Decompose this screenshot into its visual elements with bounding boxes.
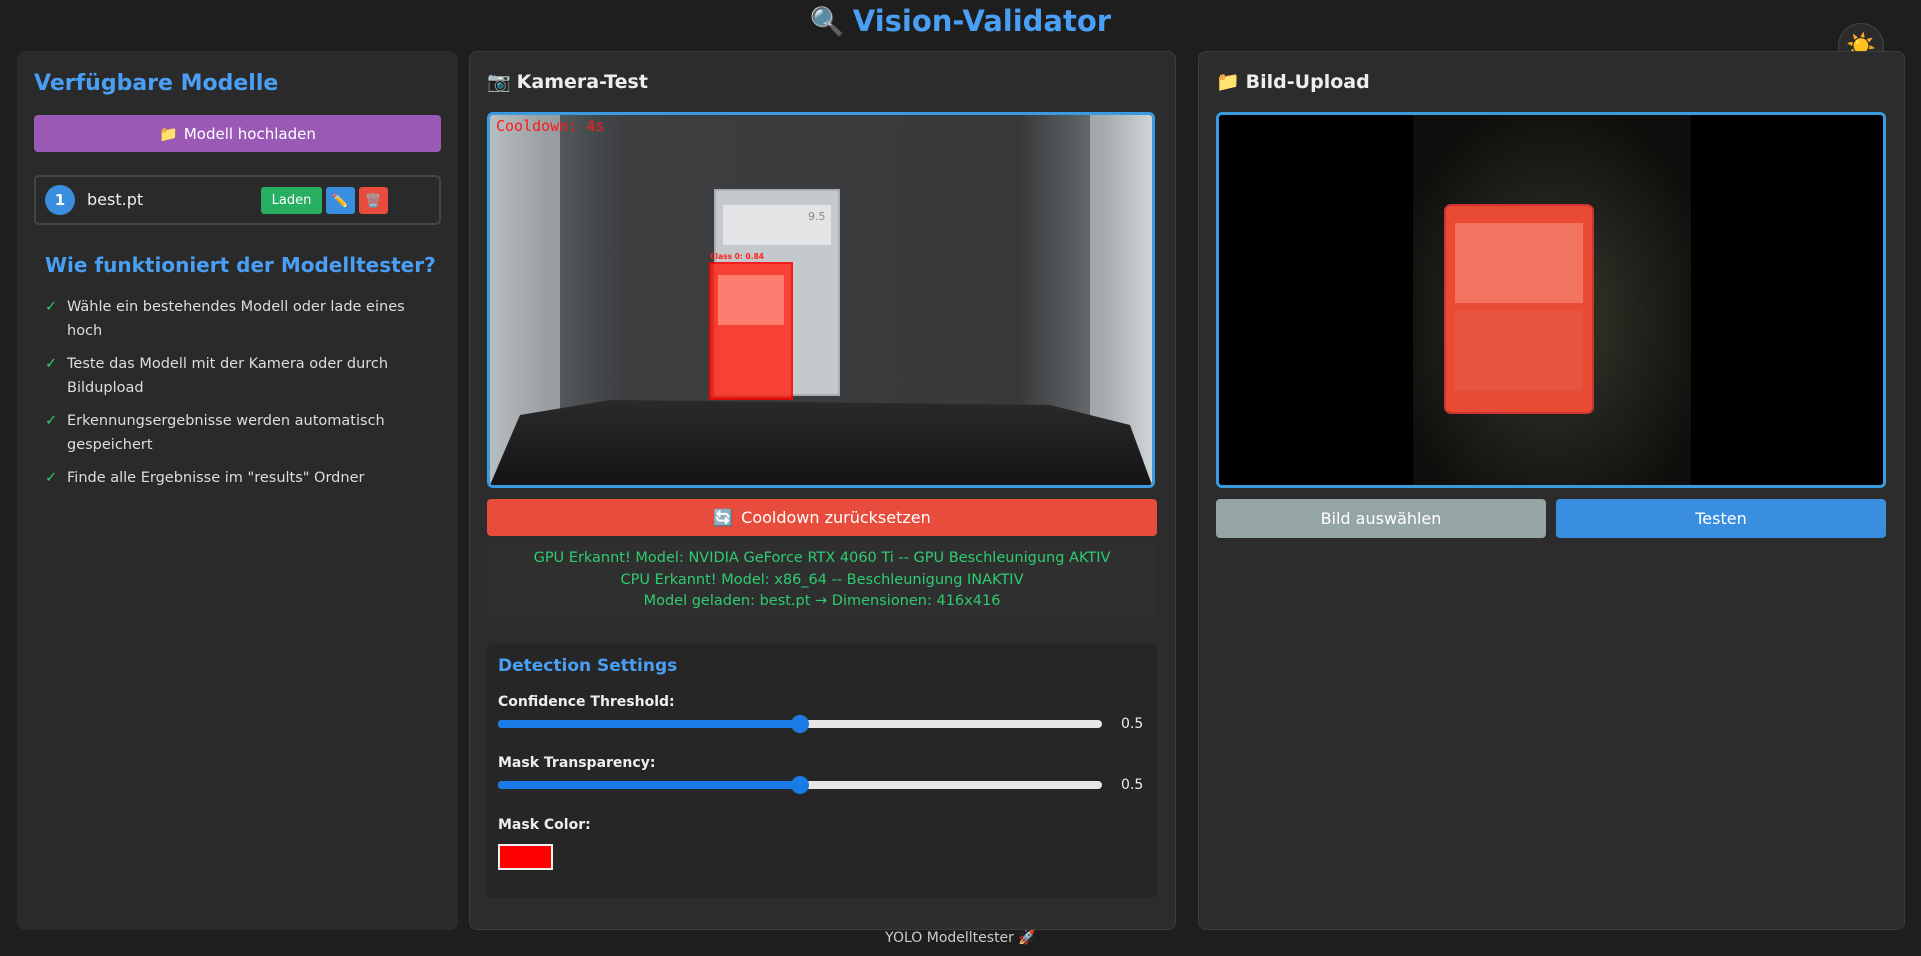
- svg-text:9.5: 9.5: [808, 210, 826, 223]
- camera-title-text: Kamera-Test: [516, 70, 648, 93]
- list-item-text: Erkennungsergebnisse werden automatisch …: [67, 413, 385, 453]
- folder-icon: 📁: [1216, 71, 1240, 93]
- pencil-icon: ✏️: [332, 192, 349, 208]
- reset-cooldown-button[interactable]: 🔄 Cooldown zurücksetzen: [487, 499, 1157, 536]
- uploaded-image: [1219, 115, 1883, 485]
- sidebar-title: Verfügbare Modelle: [34, 71, 279, 96]
- footer: YOLO Modelltester 🚀: [885, 930, 1036, 946]
- how-it-works-title: Wie funktioniert der Modelltester?: [45, 253, 436, 277]
- list-item-text: Wähle ein bestehendes Modell oder lade e…: [67, 299, 405, 339]
- trash-icon: 🗑️: [365, 192, 382, 208]
- cpu-status: CPU Erkannt! Model: x86_64 -- Beschleuni…: [620, 571, 1024, 588]
- list-item: ✓ Erkennungsergebnisse werden automatisch…: [45, 409, 435, 457]
- list-item: ✓ Teste das Modell mit der Kamera oder du…: [45, 352, 435, 400]
- how-it-works-list: ✓ Wähle ein bestehendes Modell oder lade …: [45, 295, 435, 499]
- model-number-badge: 1: [45, 185, 75, 215]
- camera-feed: 9.5 Class 0: 0.84 Cooldown: 4s: [487, 112, 1155, 488]
- list-item-text: Teste das Modell mit der Kamera oder dur…: [67, 356, 389, 396]
- edit-model-button[interactable]: ✏️: [326, 187, 355, 214]
- upload-model-button[interactable]: 📁 Modell hochladen: [34, 115, 441, 152]
- check-icon: ✓: [45, 470, 58, 486]
- slider-fill: [498, 720, 800, 728]
- slider-thumb[interactable]: [791, 715, 809, 733]
- check-icon: ✓: [45, 356, 58, 372]
- confidence-label: Confidence Threshold:: [498, 694, 675, 710]
- mask-color-label: Mask Color:: [498, 817, 591, 833]
- confidence-value: 0.5: [1121, 716, 1144, 732]
- confidence-slider[interactable]: [498, 715, 1102, 733]
- camera-scene-image: 9.5 Class 0: 0.84: [490, 115, 1152, 485]
- camera-section-title: 📷 Kamera-Test: [487, 70, 648, 94]
- gpu-status: GPU Erkannt! Model: NVIDIA GeForce RTX 4…: [533, 550, 1111, 566]
- select-image-button[interactable]: Bild auswählen: [1216, 499, 1546, 538]
- delete-model-button[interactable]: 🗑️: [359, 187, 388, 214]
- model-name: best.pt: [87, 190, 144, 209]
- reset-cooldown-label: Cooldown zurücksetzen: [741, 508, 931, 527]
- check-icon: ✓: [45, 413, 58, 429]
- mask-color-picker[interactable]: [498, 844, 553, 870]
- upload-title-text: Bild-Upload: [1245, 70, 1370, 93]
- detection-label: Class 0: 0.84: [710, 252, 764, 261]
- transparency-value: 0.5: [1121, 777, 1144, 793]
- refresh-icon: 🔄: [713, 508, 734, 527]
- image-upload-panel: 📁 Bild-Upload Bild auswählen Testen: [1198, 51, 1905, 930]
- settings-title: Detection Settings: [498, 656, 678, 676]
- slider-fill: [498, 781, 800, 789]
- page-title-text: Vision-Validator: [852, 4, 1112, 38]
- camera-icon: 📷: [487, 71, 511, 93]
- transparency-label: Mask Transparency:: [498, 755, 656, 771]
- uploaded-image-preview: [1216, 112, 1886, 488]
- models-sidebar: Verfügbare Modelle 📁 Modell hochladen 1 …: [17, 51, 458, 930]
- upload-model-label: Modell hochladen: [183, 124, 316, 143]
- test-image-button[interactable]: Testen: [1556, 499, 1886, 538]
- camera-test-panel: 📷 Kamera-Test 9.5 Class 0: 0.84 Cooldown…: [469, 51, 1176, 930]
- check-icon: ✓: [45, 299, 58, 315]
- magnifier-icon: 🔍: [809, 5, 845, 38]
- hardware-status-box: GPU Erkannt! Model: NVIDIA GeForce RTX 4…: [487, 543, 1157, 615]
- model-loaded-status: Model geladen: best.pt → Dimensionen: 41…: [643, 593, 1001, 609]
- model-list-item[interactable]: 1 best.pt Laden ✏️ 🗑️: [34, 175, 441, 225]
- list-item: ✓ Finde alle Ergebnisse im "results" Ordn…: [45, 466, 435, 490]
- page-title: 🔍 Vision-Validator: [0, 4, 1921, 38]
- folder-icon: 📁: [159, 124, 178, 143]
- list-item-text: Finde alle Ergebnisse im "results" Ordne…: [67, 470, 365, 486]
- cooldown-overlay: Cooldown: 4s: [496, 117, 605, 135]
- load-model-button[interactable]: Laden: [261, 187, 322, 214]
- upload-section-title: 📁 Bild-Upload: [1216, 70, 1370, 94]
- list-item: ✓ Wähle ein bestehendes Modell oder lade …: [45, 295, 435, 343]
- detection-settings: Detection Settings Confidence Threshold:…: [487, 644, 1157, 898]
- transparency-slider[interactable]: [498, 776, 1102, 794]
- slider-thumb[interactable]: [791, 776, 809, 794]
